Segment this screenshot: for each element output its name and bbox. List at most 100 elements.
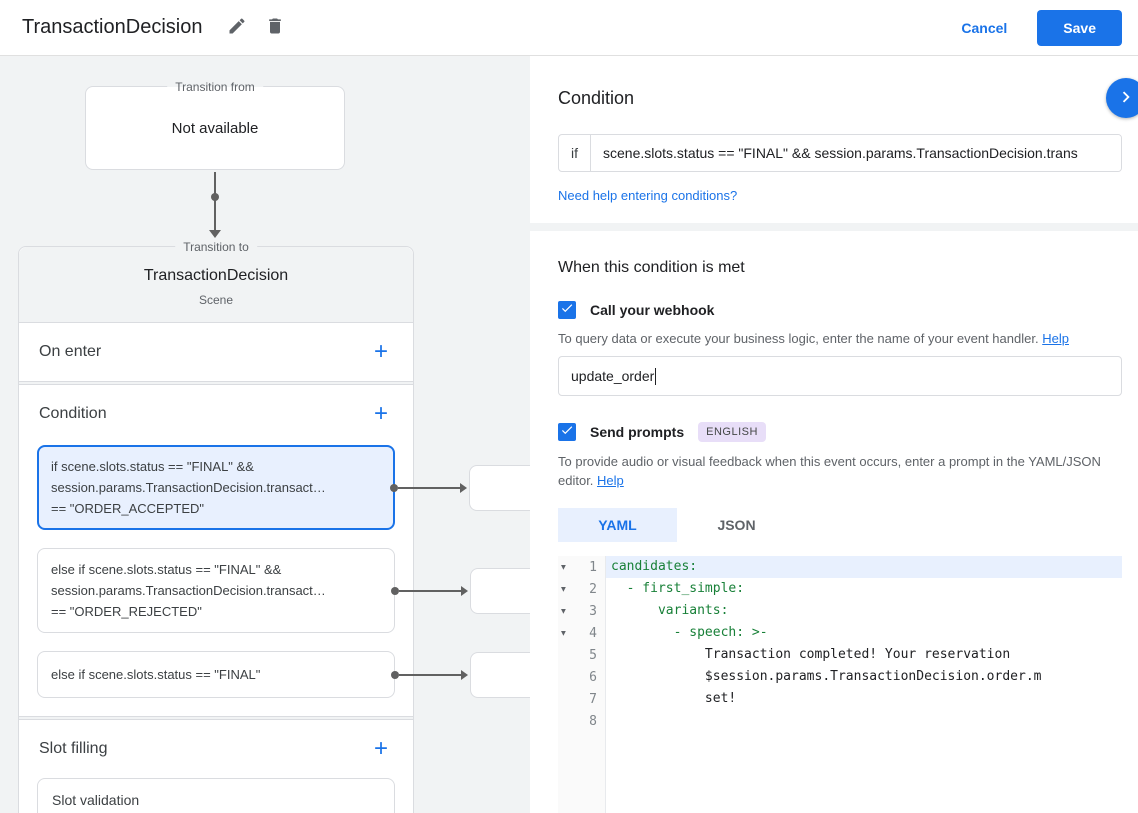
page-title: TransactionDecision [22, 16, 203, 38]
code-text[interactable]: variants: [606, 600, 1122, 622]
transition-from-content: Not available [171, 119, 259, 137]
on-enter-section-row: On enter + [19, 323, 413, 381]
fold-toggle-icon[interactable]: ▼ [561, 607, 566, 616]
transition-target-box[interactable] [470, 567, 530, 614]
inspector-top-section: Condition if Need help entering conditio… [530, 56, 1138, 223]
webhook-helper-body: To query data or execute your business l… [558, 331, 1039, 346]
save-button[interactable]: Save [1037, 9, 1122, 46]
code-line: 8 [558, 710, 1122, 732]
check-icon [560, 301, 574, 320]
fold-toggle-icon[interactable]: ▼ [561, 563, 566, 572]
transition-to-label: Transition to [175, 239, 257, 255]
fold-toggle-icon[interactable]: ▼ [561, 629, 566, 638]
yaml-editor[interactable]: ▼ 1 candidates: ▼ 2 - first_simple: ▼ 3 … [558, 556, 1122, 813]
line-number: 5 [589, 647, 597, 663]
editor-empty-space[interactable] [606, 732, 1122, 813]
code-line: ▼ 4 - speech: >- [558, 622, 1122, 644]
code-text[interactable] [606, 710, 1122, 732]
condition-inspector-panel: Condition if Need help entering conditio… [530, 56, 1138, 813]
fold-toggle-icon[interactable]: ▼ [561, 585, 566, 594]
inspector-main-section: When this condition is met Call your web… [530, 231, 1138, 813]
connector-dot [391, 670, 399, 679]
code-text[interactable]: - speech: >- [606, 622, 1122, 644]
transition-target-box[interactable] [470, 651, 530, 698]
transition-target-box[interactable] [469, 464, 530, 511]
delete-scene-button[interactable] [258, 11, 292, 45]
code-line: ▼ 3 variants: [558, 600, 1122, 622]
arrow-down-icon [209, 230, 221, 238]
line-number: 8 [589, 713, 597, 729]
editor-gutter: 8 [558, 710, 606, 732]
top-bar: TransactionDecision Cancel Save [0, 0, 1138, 56]
slot-validation-card[interactable]: Slot validation [37, 778, 395, 813]
tab-json[interactable]: JSON [677, 508, 796, 542]
trash-icon [265, 16, 285, 39]
prompts-help-link[interactable]: Help [597, 473, 624, 488]
arrow-right-icon [460, 482, 467, 493]
webhook-helper-text: To query data or execute your business l… [558, 329, 1122, 348]
condition-card-accepted[interactable]: if scene.slots.status == "FINAL" && sess… [37, 445, 530, 530]
connector-line [398, 486, 461, 489]
editor-gutter: ▼ 3 [558, 600, 606, 622]
tab-yaml[interactable]: YAML [558, 508, 677, 542]
code-line: 6 $session.params.TransactionDecision.or… [558, 666, 1122, 688]
condition-text: == "ORDER_ACCEPTED" [51, 501, 204, 516]
transition-to-node: Transition to TransactionDecision Scene … [18, 239, 530, 813]
prompts-helper-body: To provide audio or visual feedback when… [558, 454, 1101, 488]
code-text[interactable]: candidates: [606, 556, 1122, 578]
condition-text: session.params.TransactionDecision.trans… [51, 583, 326, 598]
line-number: 6 [589, 669, 597, 685]
webhook-name-value: update_order [571, 368, 655, 384]
prompts-label: Send prompts [590, 424, 685, 440]
flow-connector-dot [211, 193, 219, 201]
code-text[interactable]: $session.params.TransactionDecision.orde… [606, 666, 1122, 688]
condition-card-rejected[interactable]: else if scene.slots.status == "FINAL" &&… [37, 548, 530, 633]
code-text[interactable]: Transaction completed! Your reservation [606, 644, 1122, 666]
inspector-title: Condition [558, 87, 635, 108]
scene-type: Scene [198, 293, 234, 307]
condition-text: == "ORDER_REJECTED" [51, 604, 202, 619]
condition-section-row: Condition + [19, 385, 413, 443]
code-text[interactable]: - first_simple: [606, 578, 1122, 600]
inspector-header: Condition [558, 78, 1138, 118]
code-line: ▼ 1 candidates: [558, 556, 1122, 578]
code-line: ▼ 2 - first_simple: [558, 578, 1122, 600]
prompts-helper-text: To provide audio or visual feedback when… [558, 452, 1122, 490]
if-prefix-label: if [559, 135, 591, 171]
code-text[interactable]: set! [606, 688, 1122, 710]
condition-expression-group: if [558, 134, 1122, 172]
editor-empty-area [558, 732, 1122, 813]
cancel-button[interactable]: Cancel [961, 20, 1007, 36]
webhook-help-link[interactable]: Help [1042, 331, 1069, 346]
panel-divider [530, 223, 1138, 231]
prompts-checkbox[interactable] [558, 423, 576, 441]
slot-filling-label: Slot filling [39, 740, 108, 757]
conditions-help-link[interactable]: Need help entering conditions? [558, 188, 737, 203]
scene-header: TransactionDecision Scene [19, 247, 413, 323]
add-on-enter-button[interactable]: + [369, 340, 393, 364]
webhook-name-input[interactable]: update_order [558, 356, 1122, 396]
add-condition-button[interactable]: + [369, 402, 393, 426]
on-enter-label: On enter [39, 343, 102, 360]
webhook-label: Call your webhook [590, 302, 715, 318]
scene-canvas: Transition from Not available Transition… [0, 56, 530, 813]
webhook-checkbox-row[interactable]: Call your webhook [558, 301, 1122, 319]
webhook-checkbox[interactable] [558, 301, 576, 319]
condition-text: session.params.TransactionDecision.trans… [51, 480, 326, 495]
code-line: 5 Transaction completed! Your reservatio… [558, 644, 1122, 666]
prompts-checkbox-row[interactable]: Send prompts ENGLISH [558, 422, 1122, 442]
arrow-right-icon [461, 585, 468, 596]
condition-card-final[interactable]: else if scene.slots.status == "FINAL" [37, 651, 530, 698]
condition-text: else if scene.slots.status == "FINAL" [51, 667, 261, 682]
add-slot-button[interactable]: + [369, 737, 393, 761]
when-condition-met-title: When this condition is met [558, 259, 745, 276]
editor-gutter: 6 [558, 666, 606, 688]
condition-expression-input[interactable] [591, 135, 1121, 171]
edit-scene-button[interactable] [220, 11, 254, 45]
arrow-right-icon [461, 669, 468, 680]
connector-dot [391, 586, 399, 595]
editor-gutter: 5 [558, 644, 606, 666]
collapse-panel-button[interactable] [1106, 78, 1138, 118]
transition-from-node: Transition from Not available [85, 79, 345, 170]
editor-tabs: YAML JSON [558, 508, 1122, 542]
